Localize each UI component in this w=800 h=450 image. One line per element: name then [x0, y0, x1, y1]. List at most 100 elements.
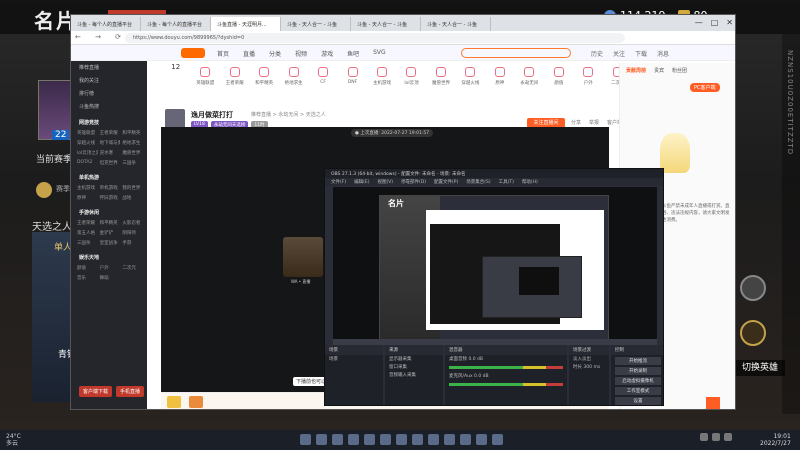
browser-tab[interactable]: 斗鱼 - 每个人的直播平台	[71, 17, 141, 31]
browser-tab[interactable]: 斗鱼 - 天人合一 - 斗鱼	[351, 17, 421, 31]
sidebar-cell[interactable]: 坦克世界	[98, 158, 121, 168]
category-item[interactable]: DNF	[338, 63, 367, 103]
edge-browser-icon[interactable]	[380, 434, 391, 445]
sidebar-cell[interactable]: 王者荣耀	[75, 218, 98, 228]
sidebar-cell[interactable]: 绝地求生	[120, 138, 143, 148]
category-item[interactable]: 原神	[485, 63, 514, 103]
category-item[interactable]: 户外	[574, 63, 603, 103]
source-item[interactable]: 音频输入采集	[385, 371, 443, 379]
category-item[interactable]: 主机游戏	[367, 63, 396, 103]
sidebar-cell[interactable]: 和平精英	[120, 128, 143, 138]
network-icon[interactable]	[712, 433, 720, 441]
source-item[interactable]: 显示器采集	[385, 355, 443, 363]
mode-card[interactable]	[32, 232, 72, 402]
sidebar-cell[interactable]: 单机游戏	[98, 183, 121, 193]
menu-item[interactable]: 工具(T)	[499, 179, 514, 185]
pc-client-button[interactable]: PC客户端	[690, 83, 720, 92]
obs-preview[interactable]: 名片	[333, 187, 657, 341]
sidebar-cell[interactable]: 户外	[98, 263, 121, 273]
mobile-live-button[interactable]: 手机直播	[116, 386, 145, 397]
sidebar-cell[interactable]: 逆水寒	[98, 148, 121, 158]
sidebar-cell[interactable]: 三国杀	[75, 238, 98, 248]
nav-link[interactable]: 直播	[243, 49, 255, 58]
menu-item[interactable]: 编辑(E)	[354, 179, 369, 185]
share-link[interactable]: 分享	[571, 119, 581, 126]
switch-hero-button[interactable]: 切换英雄	[735, 360, 785, 376]
studio-mode-button[interactable]: 工作室模式	[615, 387, 661, 395]
obs-app-icon[interactable]	[444, 434, 455, 445]
steam-icon[interactable]	[412, 434, 423, 445]
start-stream-button[interactable]: 开始推流	[615, 357, 661, 365]
sidebar-cell[interactable]: 英雄联盟	[75, 128, 98, 138]
sidebar-cell[interactable]: 穿越火线	[75, 138, 98, 148]
sidebar-cell[interactable]: 怀旧游戏	[98, 193, 121, 203]
settings-button[interactable]: 设置	[615, 397, 661, 405]
sidebar-cell[interactable]: DOTA2	[75, 158, 98, 168]
volume-icon[interactable]	[724, 433, 732, 441]
sidebar-cell[interactable]: 第五人格	[75, 228, 98, 238]
category-item[interactable]: 穿越火线	[456, 63, 485, 103]
tab-vip[interactable]: 贵宾	[654, 67, 664, 74]
recommend-thumbnail[interactable]	[283, 237, 323, 277]
sidebar-cell[interactable]: 战地	[120, 193, 143, 203]
sidebar-cell[interactable]: 魔兽世界	[120, 148, 143, 158]
sidebar-cell[interactable]: 阴阳师	[120, 228, 143, 238]
browser-tab[interactable]: 斗鱼 - 天人合一 - 斗鱼	[421, 17, 491, 31]
gift-box-icon[interactable]	[189, 396, 203, 408]
sidebar-cell[interactable]: 火影忍者	[120, 218, 143, 228]
category-item[interactable]: 英雄联盟	[190, 63, 219, 103]
game-app-icon[interactable]	[428, 434, 439, 445]
sidebar-item[interactable]: 斗鱼热搜	[71, 100, 147, 113]
browser-tab-active[interactable]: 斗鱼直播 - 天涯明月...	[211, 17, 281, 31]
nav-link[interactable]: 视频	[295, 49, 307, 58]
gift-icon[interactable]	[167, 396, 181, 408]
sidebar-cell[interactable]: 皇室战争	[98, 238, 121, 248]
sidebar-cell[interactable]: 舞蹈	[98, 273, 121, 283]
sidebar-item[interactable]: 推荐直播	[71, 61, 147, 74]
widgets-icon[interactable]	[348, 434, 359, 445]
qq-icon[interactable]	[476, 434, 487, 445]
history-link[interactable]: 历史	[591, 49, 603, 58]
nav-link[interactable]: 分类	[269, 49, 281, 58]
anchor-avatar[interactable]	[165, 109, 185, 129]
menu-item[interactable]: 停靠部件(D)	[401, 179, 426, 185]
tab-fans[interactable]: 粉丝团	[672, 67, 687, 74]
category-item[interactable]: 魔兽世界	[426, 63, 455, 103]
task-view-icon[interactable]	[332, 434, 343, 445]
menu-item[interactable]: 文件(F)	[331, 179, 346, 185]
clock[interactable]: 19:01 2022/7/27	[760, 433, 791, 447]
category-item[interactable]: 绝地求生	[279, 63, 308, 103]
hero-crest-icon[interactable]	[740, 320, 766, 346]
sidebar-cell[interactable]: 三国杀	[120, 158, 143, 168]
nav-link[interactable]: 鱼吧	[347, 49, 359, 58]
browser-tab[interactable]: 斗鱼 - 每个人的直播平台	[141, 17, 211, 31]
category-item[interactable]: 王者荣耀	[220, 63, 249, 103]
sidebar-cell[interactable]: 手游	[120, 238, 143, 248]
hero-emblem-icon[interactable]	[740, 275, 766, 301]
transition-select[interactable]: 淡入淡出	[569, 355, 609, 363]
menu-item[interactable]: 场景集合(S)	[466, 179, 490, 185]
windows-start-icon[interactable]	[300, 434, 311, 445]
anchor-name[interactable]: 逸月做菜打打	[191, 110, 233, 120]
sidebar-cell[interactable]: 二次元	[120, 263, 143, 273]
audio-meter[interactable]	[449, 383, 563, 386]
sidebar-cell[interactable]: 我的世界	[120, 183, 143, 193]
file-explorer-icon[interactable]	[364, 434, 375, 445]
chevron-up-icon[interactable]	[700, 433, 708, 441]
url-input[interactable]: https://www.douyu.com/9899965/?dyshid=0	[125, 33, 625, 43]
category-item[interactable]: lol云顶	[397, 63, 426, 103]
sidebar-cell[interactable]: 金铲铲	[98, 228, 121, 238]
sidebar-cell[interactable]: 主机游戏	[75, 183, 98, 193]
chrome-icon[interactable]	[460, 434, 471, 445]
follow-link[interactable]: 关注	[613, 49, 625, 58]
sidebar-cell[interactable]: 王者荣耀	[98, 128, 121, 138]
minimize-icon[interactable]: —	[695, 18, 703, 27]
report-link[interactable]: 举报	[589, 119, 599, 126]
close-icon[interactable]: ✕	[726, 18, 733, 27]
virtual-camera-button[interactable]: 启动虚拟摄像机	[615, 377, 661, 385]
menu-item[interactable]: 视图(V)	[377, 179, 393, 185]
audio-meter[interactable]	[449, 366, 563, 369]
search-input[interactable]	[461, 48, 571, 58]
nav-link[interactable]: 首页	[217, 49, 229, 58]
nav-link[interactable]: 游戏	[321, 49, 333, 58]
